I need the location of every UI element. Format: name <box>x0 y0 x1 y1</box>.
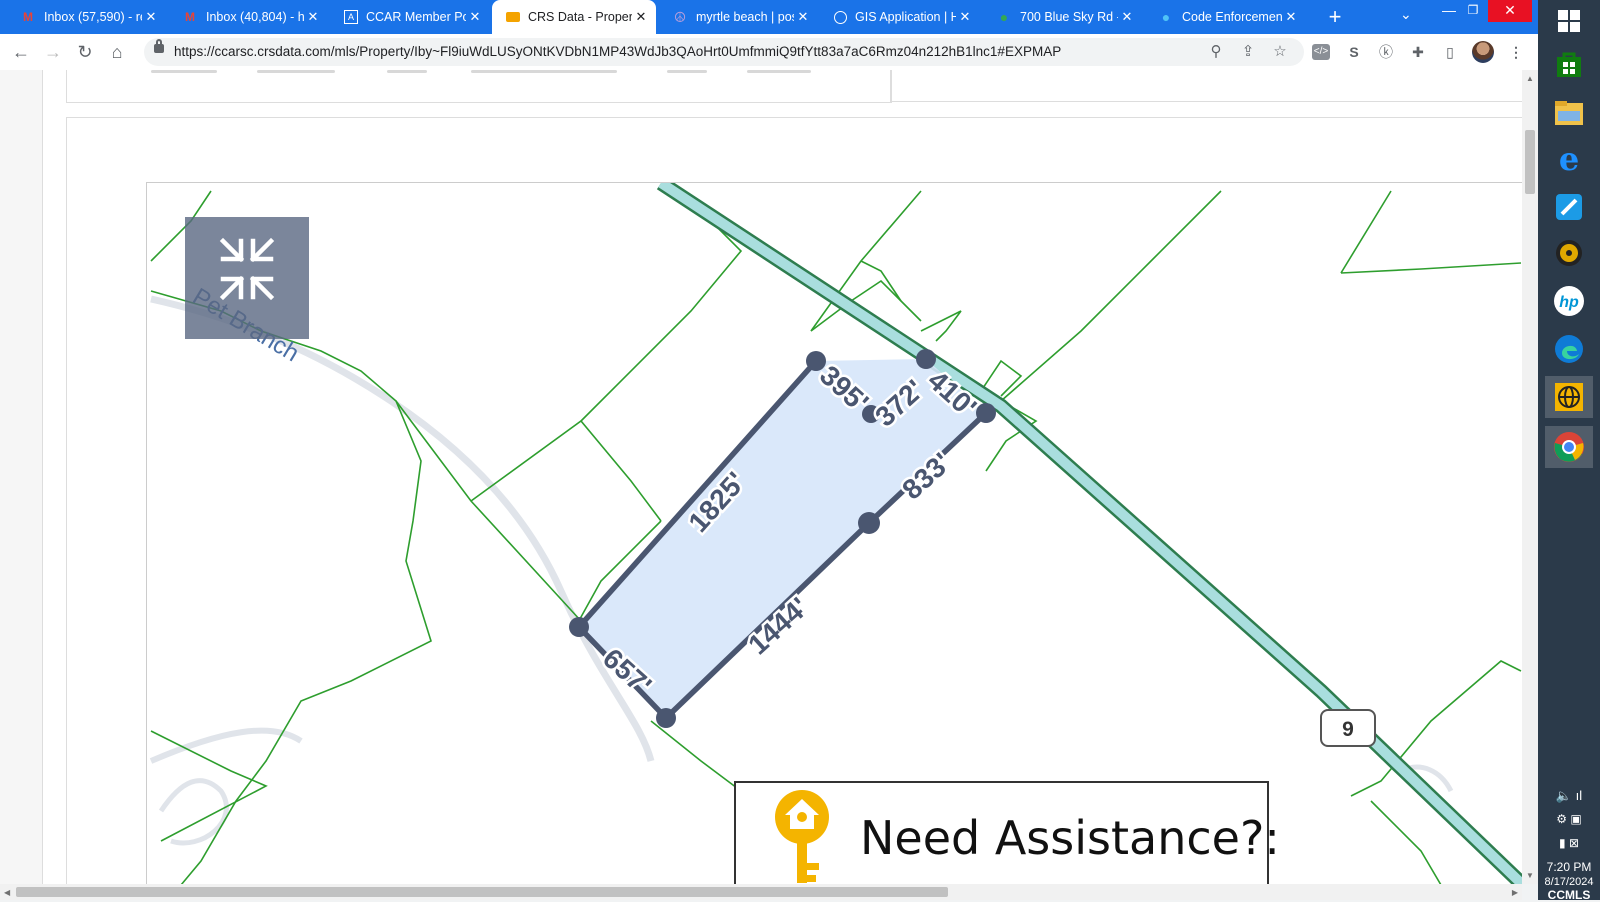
horizontal-scroll-thumb[interactable] <box>16 887 948 897</box>
scroll-left-icon[interactable]: ◀ <box>4 888 10 897</box>
share-icon[interactable]: ⇪ <box>1238 42 1258 62</box>
file-explorer-icon[interactable] <box>1545 92 1593 134</box>
close-icon[interactable]: ✕ <box>466 9 484 25</box>
map-canvas: Pet Branch 1825' 395' 372' 410' 833' 144… <box>149 183 1522 884</box>
media-player-icon[interactable] <box>1545 232 1593 274</box>
peace-icon: ☮ <box>673 8 687 25</box>
tab-label: Code Enforcement <box>1182 10 1282 24</box>
tab-label: myrtle beach | pos <box>696 10 794 24</box>
tab-code-enforcement[interactable]: ● Code Enforcement ✕ <box>1144 0 1306 34</box>
gmail-icon: M <box>23 10 33 24</box>
reload-icon[interactable]: ↻ <box>73 40 97 64</box>
tab-label: CCAR Member Por <box>366 10 466 24</box>
globe-icon: ● <box>1161 9 1171 25</box>
internet-explorer-icon[interactable]: e <box>1545 138 1593 180</box>
tab-label: 700 Blue Sky Rd - <box>1020 10 1118 24</box>
gmail-icon: M <box>185 10 195 24</box>
maps-pin-icon: ● <box>999 9 1009 25</box>
horizontal-scrollbar[interactable]: ◀ ▶ <box>0 884 1522 900</box>
route-shield: 9 <box>1320 709 1376 747</box>
close-icon[interactable]: ✕ <box>142 9 160 25</box>
tab-inbox-1[interactable]: M Inbox (57,590) - re ✕ <box>6 0 166 34</box>
tab-label: CRS Data - Proper <box>528 10 632 24</box>
page-viewport: Pet Branch 1825' 395' 372' 410' 833' 144… <box>0 70 1522 884</box>
gis-icon <box>834 10 847 24</box>
chrome-icon[interactable] <box>1545 426 1593 468</box>
tab-inbox-2[interactable]: M Inbox (40,804) - h ✕ <box>168 0 328 34</box>
assistance-widget[interactable]: Need Assistance?: <box>734 781 1280 884</box>
tab-label: Inbox (57,590) - re <box>44 10 142 24</box>
kebab-menu-icon[interactable]: ⋮ <box>1506 42 1526 62</box>
puzzle-icon[interactable]: ✚ <box>1408 42 1428 62</box>
tray-security-icons[interactable]: ⚙ ▣ <box>1538 812 1600 826</box>
restore-icon[interactable]: ❐ <box>1464 0 1482 22</box>
extension-k-icon[interactable]: ⓚ <box>1376 42 1396 62</box>
close-icon[interactable]: ✕ <box>794 9 812 25</box>
close-icon[interactable]: ✕ <box>1282 9 1300 25</box>
url-text: https://ccarsc.crsdata.com/mls/Property/… <box>174 44 1062 59</box>
scroll-right-icon[interactable]: ▶ <box>1512 888 1518 897</box>
close-icon[interactable]: ✕ <box>1118 9 1136 25</box>
lock-icon <box>154 39 164 53</box>
tray-volume-network[interactable]: 🔈 ıl <box>1538 788 1600 804</box>
hp-icon[interactable]: hp <box>1545 280 1593 322</box>
ccar-icon: A <box>344 10 358 24</box>
back-icon[interactable]: ← <box>9 40 33 64</box>
vertical-scroll-thumb[interactable] <box>1525 130 1535 194</box>
tab-label: GIS Application | H <box>855 10 956 24</box>
close-icon[interactable]: ✕ <box>304 9 322 25</box>
browser-toolbar: ← → ↻ ⌂ https://ccarsc.crsdata.com/mls/P… <box>0 34 1538 71</box>
collapse-map-button[interactable] <box>185 217 309 339</box>
close-icon[interactable]: ✕ <box>632 9 650 25</box>
creek-line <box>150 295 655 762</box>
edge-icon[interactable] <box>1545 328 1593 370</box>
star-icon[interactable]: ☆ <box>1270 42 1290 62</box>
minimize-icon[interactable]: — <box>1440 0 1458 22</box>
route-shield-label: 9 <box>1342 718 1354 741</box>
tab-strip: M Inbox (57,590) - re ✕ M Inbox (40,804)… <box>0 0 1538 34</box>
tab-gis[interactable]: GIS Application | H ✕ <box>820 0 980 34</box>
windows-taskbar: e hp 🔈 ıl ⚙ ▣ ▮ ⊠ 7:20 PM 8/17/2024 CCML… <box>1538 0 1600 902</box>
clock-time[interactable]: 7:20 PM <box>1538 860 1600 874</box>
address-bar[interactable]: https://ccarsc.crsdata.com/mls/Property/… <box>144 38 1304 66</box>
windows-start-icon[interactable] <box>1545 0 1593 42</box>
close-icon[interactable]: ✕ <box>956 9 974 25</box>
tab-blue-sky-rd[interactable]: ● 700 Blue Sky Rd - ✕ <box>982 0 1142 34</box>
forward-icon[interactable]: → <box>41 40 65 64</box>
chevron-down-icon[interactable]: ⌄ <box>1400 6 1412 23</box>
tab-ccar[interactable]: A CCAR Member Por ✕ <box>330 0 490 34</box>
vertical-scrollbar[interactable]: ▲ ▼ <box>1522 70 1538 884</box>
tray-power-icons[interactable]: ▮ ⊠ <box>1538 836 1600 850</box>
house-key-icon <box>775 790 829 883</box>
svg-text:hp: hp <box>1559 294 1579 311</box>
tab-myrtle-beach[interactable]: ☮ myrtle beach | pos ✕ <box>658 0 818 34</box>
globe-app-icon[interactable] <box>1545 376 1593 418</box>
scroll-up-icon[interactable]: ▲ <box>1526 74 1534 83</box>
crs-icon <box>506 12 520 22</box>
parcel-map[interactable]: Pet Branch 1825' 395' 372' 410' 833' 144… <box>146 182 1522 884</box>
extension-s-icon[interactable]: S <box>1344 42 1364 62</box>
home-icon[interactable]: ⌂ <box>105 40 129 64</box>
tab-label: Inbox (40,804) - h <box>206 10 304 24</box>
app-toolbox-icon[interactable] <box>1545 186 1593 228</box>
zoom-icon[interactable]: ⚲ <box>1206 42 1226 62</box>
tab-crs-data[interactable]: CRS Data - Proper ✕ <box>492 0 656 34</box>
scroll-down-icon[interactable]: ▼ <box>1526 871 1534 880</box>
new-tab-button[interactable]: + <box>1322 4 1348 30</box>
previous-card <box>66 70 892 103</box>
compress-icon <box>219 237 275 301</box>
avatar[interactable] <box>1472 41 1494 63</box>
store-icon[interactable] <box>1545 44 1593 86</box>
extension-devtools-icon[interactable]: </> <box>1312 44 1330 60</box>
clock-date[interactable]: 8/17/2024 <box>1538 876 1600 888</box>
window-close-icon[interactable]: ✕ <box>1488 0 1532 22</box>
assistance-title: Need Assistance?: <box>860 811 1280 865</box>
side-panel-icon[interactable]: ▯ <box>1440 42 1460 62</box>
